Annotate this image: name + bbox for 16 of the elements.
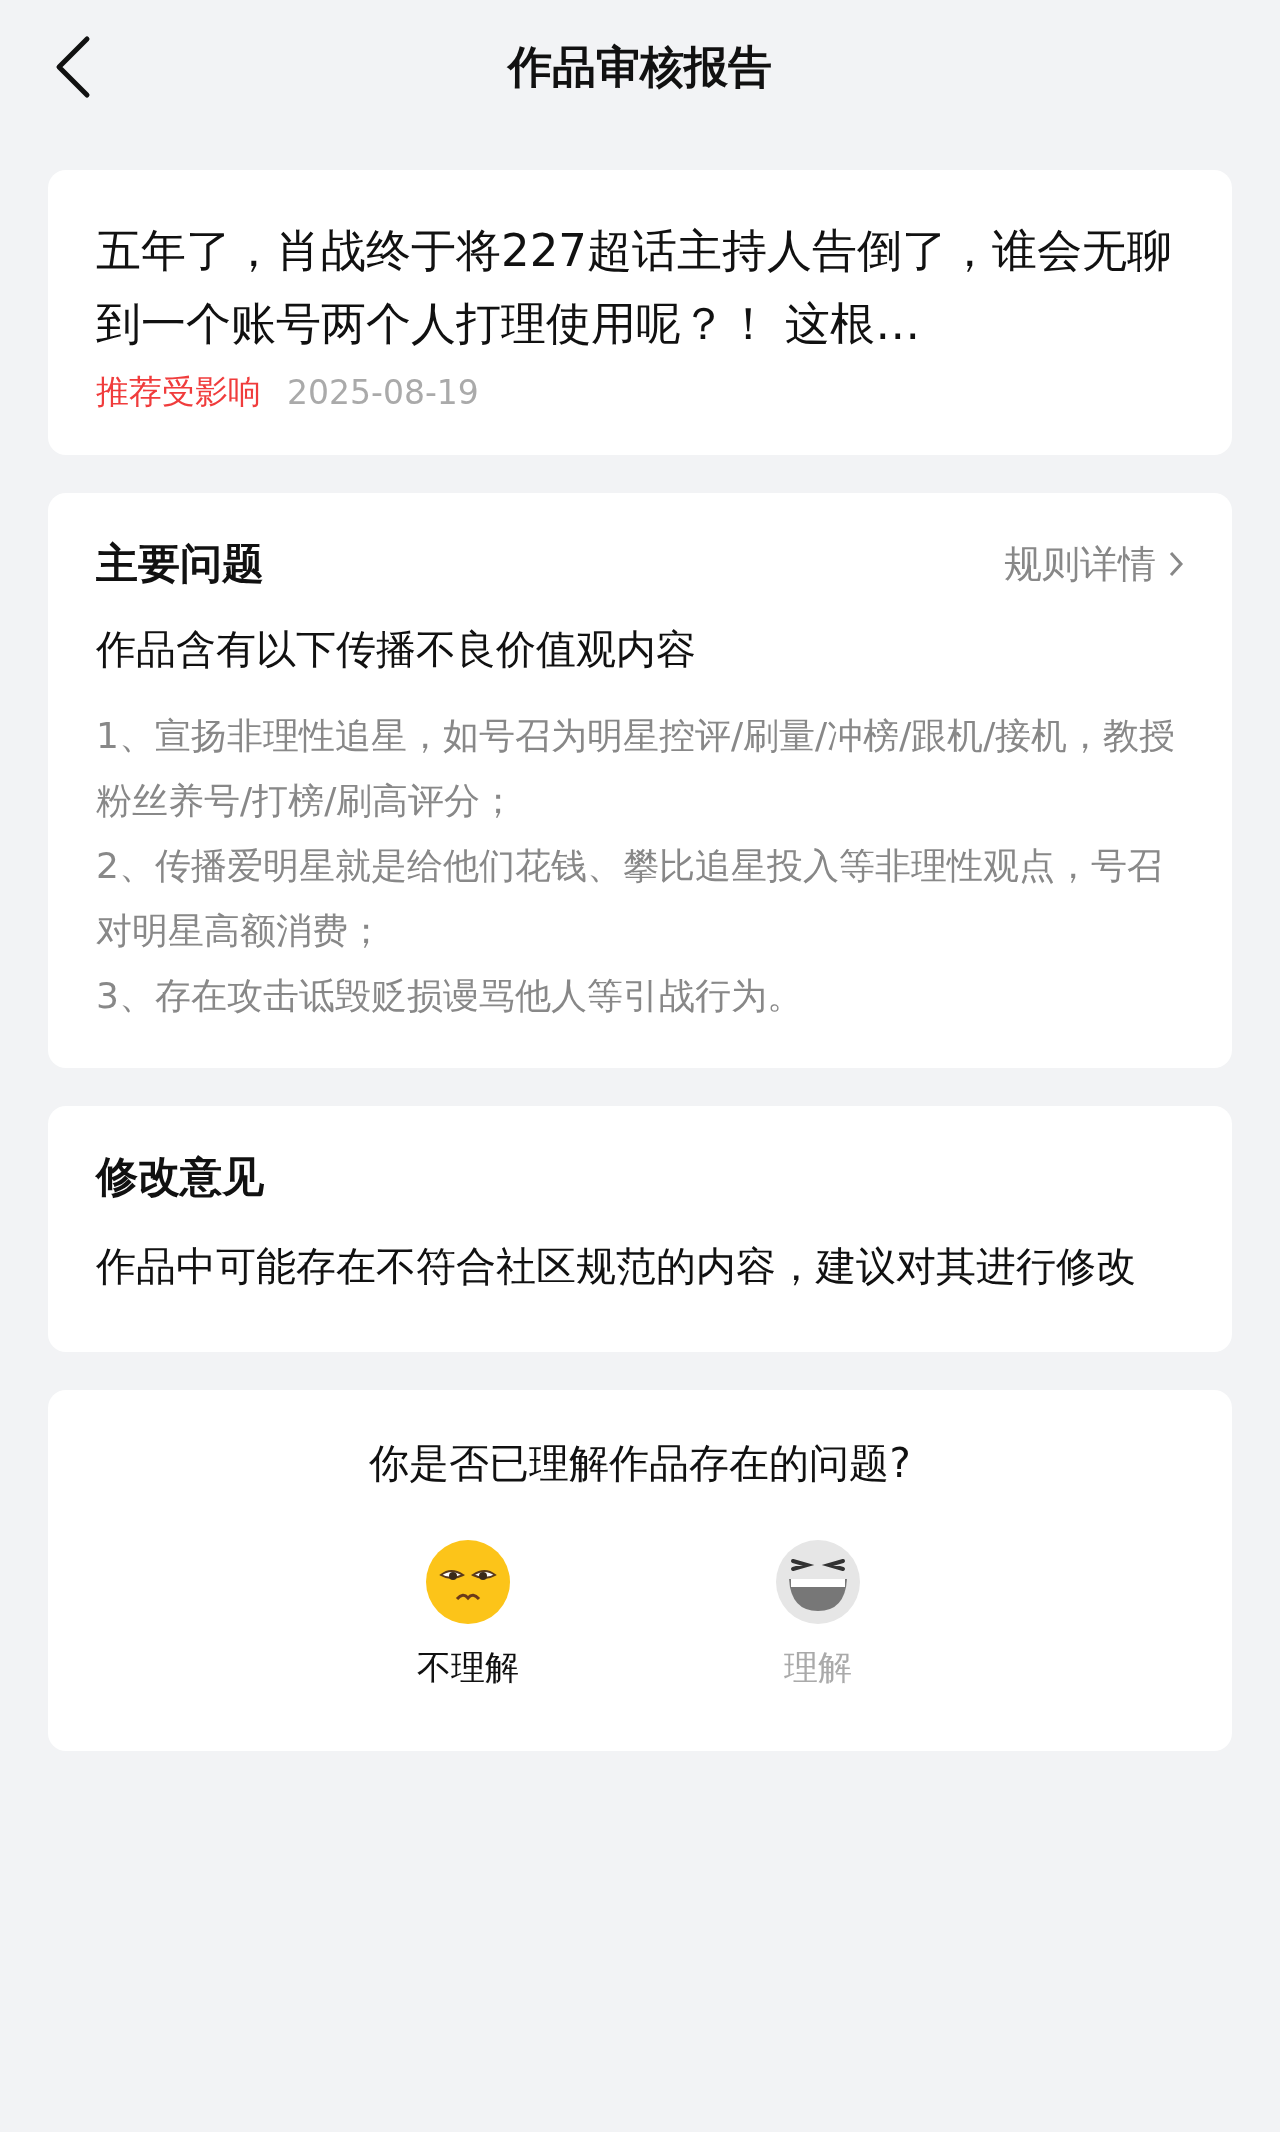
chevron-right-icon bbox=[1168, 550, 1184, 579]
issue-item: 1、宣扬非理性追星，如号召为明星控评/刷量/冲榜/跟机/接机，教授粉丝养号/打榜/刷高评分； bbox=[96, 713, 1177, 823]
status-tag: 推荐受影响 bbox=[96, 370, 261, 415]
issue-summary: 作品含有以下传播不良价值观内容 bbox=[96, 624, 697, 674]
feedback-question: 你是否已理解作品存在的问题? bbox=[368, 1439, 912, 1489]
page-title: 作品审核报告 bbox=[508, 40, 772, 94]
section-heading: 修改意见 bbox=[96, 1150, 265, 1203]
feedback-option[interactable]: 不理解 bbox=[417, 1537, 519, 1692]
work-title: 五年了，肖战终于将227超话主持人告倒了，谁会无聊到一个账号两个人打理使用呢？！ 这根… bbox=[96, 223, 1173, 352]
section-heading: 主要问题 bbox=[96, 538, 264, 590]
rule-details-link[interactable]: 规则详情 bbox=[1004, 538, 1184, 590]
feedback-option[interactable]: 理解 bbox=[773, 1537, 863, 1692]
issue-item: 3、存在攻击诋毁贬损谩骂他人等引战行为。 bbox=[96, 973, 804, 1018]
issue-item: 2、传播爱明星就是给他们花钱、攀比追星投入等非理性观点，号召对明星高额消费； bbox=[96, 843, 1164, 953]
work-date: 2025-08-19 bbox=[287, 373, 479, 412]
advice-text: 作品中可能存在不符合社区规范的内容，建议对其进行修改 bbox=[96, 1242, 1137, 1292]
